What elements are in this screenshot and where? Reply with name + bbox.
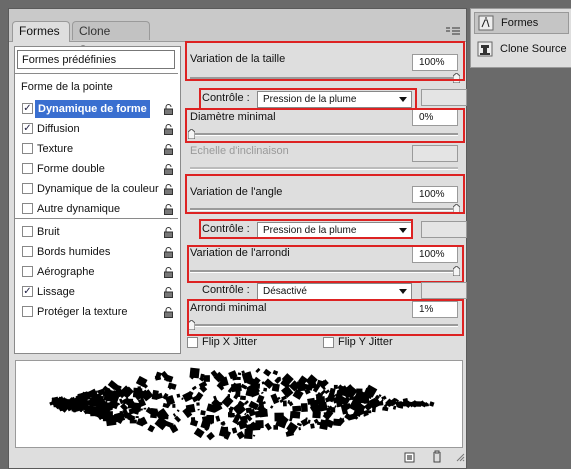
option-checkbox[interactable] <box>22 226 33 237</box>
divider <box>15 73 178 74</box>
option-checkbox[interactable] <box>22 183 33 194</box>
list-item[interactable]: ✓ Diffusion <box>17 120 177 138</box>
list-item[interactable]: Dynamique de la couleur <box>17 180 177 198</box>
lock-icon[interactable] <box>163 266 174 278</box>
option-checkbox[interactable] <box>22 143 33 154</box>
tab-bar: Formes ✕ Clone Source <box>9 9 466 57</box>
list-item[interactable]: Forme double <box>17 160 177 178</box>
right-panel-item-clone-source[interactable]: Clone Source <box>474 39 569 61</box>
annotation-box <box>185 174 465 214</box>
annotation-box <box>187 299 464 336</box>
clone-stamp-icon <box>477 41 493 57</box>
list-item[interactable]: Texture <box>17 140 177 158</box>
brush-stroke-preview <box>15 360 463 448</box>
option-label: Forme double <box>37 163 105 175</box>
option-label: Texture <box>37 143 74 155</box>
annotation-box <box>199 219 413 239</box>
right-panel-label-formes: Formes <box>501 17 539 29</box>
roundness-control-value: Désactivé <box>263 286 307 297</box>
option-checkbox[interactable] <box>22 266 33 277</box>
right-panel-item-formes[interactable]: Formes <box>474 12 569 34</box>
option-checkbox[interactable] <box>22 306 33 317</box>
annotation-box <box>185 108 465 143</box>
lock-icon[interactable] <box>163 286 174 298</box>
option-checkbox[interactable]: ✓ <box>22 123 33 134</box>
size-control-amount <box>421 89 467 106</box>
option-checkbox[interactable] <box>22 203 33 214</box>
tab-formes-label: Formes <box>19 24 60 38</box>
option-checkbox[interactable] <box>22 163 33 174</box>
list-item[interactable]: Autre dynamique <box>17 200 177 218</box>
brush-options-list: Formes prédéfinies Forme de la pointe ✓ D… <box>14 46 181 354</box>
option-checkbox[interactable]: ✓ <box>22 286 33 297</box>
lock-icon[interactable] <box>163 183 174 195</box>
list-item[interactable]: Bruit <box>17 223 177 241</box>
collapsed-panel-group: Formes Clone Source <box>470 8 571 68</box>
chevron-down-icon <box>399 289 407 294</box>
lock-icon[interactable] <box>163 103 174 115</box>
divider <box>15 218 178 219</box>
lock-icon[interactable] <box>163 306 174 318</box>
option-label: Bords humides <box>37 246 111 258</box>
option-label: Aérographe <box>37 266 95 278</box>
brush-icon <box>478 15 494 31</box>
option-label: Lissage <box>37 286 75 298</box>
lock-icon[interactable] <box>163 163 174 175</box>
option-label: Diffusion <box>37 123 80 135</box>
annotation-box <box>187 245 464 283</box>
lock-icon[interactable] <box>163 226 174 238</box>
flip-x-label: Flip X Jitter <box>202 336 258 348</box>
roundness-control-amount <box>421 282 467 299</box>
tab-clone-source[interactable]: Clone Source <box>72 21 150 57</box>
brushes-panel: Formes ✕ Clone Source Formes prédéfinies… <box>8 8 467 469</box>
tilt-scale-value <box>412 145 458 162</box>
list-item[interactable]: Protéger la texture <box>17 303 177 321</box>
flip-y-label: Flip Y Jitter <box>338 336 393 348</box>
roundness-control-dropdown[interactable]: Désactivé <box>257 283 412 300</box>
tilt-scale-slider <box>190 167 458 170</box>
flip-x-checkbox[interactable] <box>187 337 198 348</box>
lock-icon[interactable] <box>163 143 174 155</box>
lock-icon[interactable] <box>163 246 174 258</box>
annotation-box <box>199 88 417 110</box>
option-label: Dynamique de forme <box>35 100 150 118</box>
option-checkbox[interactable] <box>22 246 33 257</box>
option-label: Autre dynamique <box>37 203 121 215</box>
lock-icon[interactable] <box>163 203 174 215</box>
tilt-scale-label: Echelle d'inclinaison <box>190 145 289 157</box>
trash-icon[interactable] <box>431 450 443 463</box>
right-panel-label-clone-source: Clone Source <box>500 43 567 55</box>
list-item[interactable]: ✓ Dynamique de forme <box>17 100 177 118</box>
create-new-preset-icon[interactable] <box>404 451 416 463</box>
brush-tip-shape-item[interactable]: Forme de la pointe <box>21 81 113 93</box>
right-panel-dock <box>468 0 571 469</box>
panel-menu-icon[interactable] <box>445 26 461 38</box>
settings-area: Variation de la taille 100% Contrôle : P… <box>185 41 467 351</box>
brush-preview-canvas <box>49 367 435 441</box>
option-label: Protéger la texture <box>37 306 128 318</box>
option-label: Bruit <box>37 226 60 238</box>
lock-icon[interactable] <box>163 123 174 135</box>
list-item[interactable]: Aérographe <box>17 263 177 281</box>
option-checkbox[interactable]: ✓ <box>22 103 33 114</box>
roundness-control-label: Contrôle : <box>202 284 250 296</box>
option-label: Dynamique de la couleur <box>37 183 159 195</box>
flip-y-checkbox[interactable] <box>323 337 334 348</box>
brush-presets-button[interactable]: Formes prédéfinies <box>17 50 175 69</box>
resize-grip-icon[interactable] <box>456 453 465 462</box>
tab-formes[interactable]: Formes ✕ <box>12 21 70 57</box>
annotation-box <box>185 41 465 81</box>
list-item[interactable]: Bords humides <box>17 243 177 261</box>
angle-control-amount <box>421 221 467 238</box>
list-item[interactable]: ✓ Lissage <box>17 283 177 301</box>
